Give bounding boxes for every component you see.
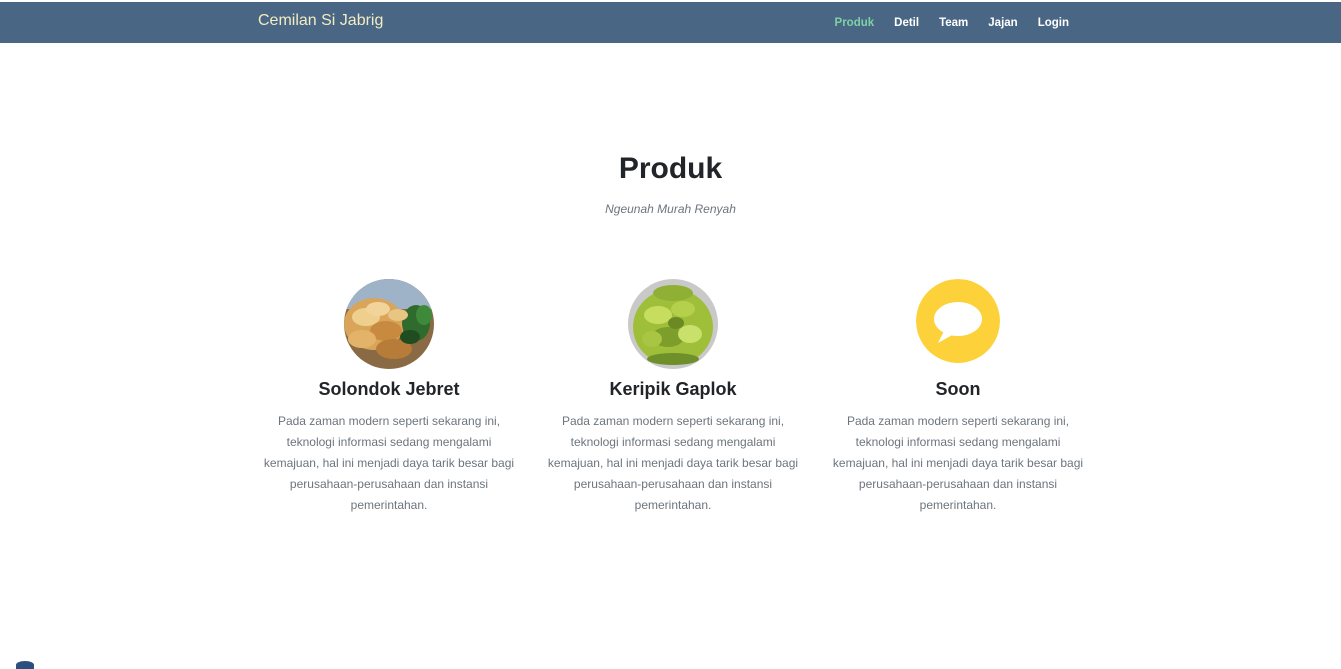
fried-crackers-photo (344, 279, 434, 369)
product-card-gaplok: Keripik Gaplok Pada zaman modern seperti… (545, 279, 801, 516)
scroll-top-indicator[interactable] (16, 661, 34, 669)
nav-item-produk[interactable]: Produk (825, 17, 885, 29)
product-name: Soon (935, 379, 981, 399)
nav-item-jajan[interactable]: Jajan (978, 17, 1027, 29)
green-chips-photo (628, 279, 718, 369)
product-name: Keripik Gaplok (609, 379, 737, 399)
nav-menu: Produk Detil Team Jajan Login (825, 2, 1079, 43)
product-card-solondok: Solondok Jebret Pada zaman modern sepert… (261, 279, 517, 516)
chat-bubble-icon (916, 279, 1000, 363)
brand-link[interactable]: Cemilan Si Jabrig (258, 12, 383, 30)
nav-item-team[interactable]: Team (929, 17, 978, 29)
product-description: Pada zaman modern seperti sekarang ini, … (832, 414, 1084, 512)
nav-item-login[interactable]: Login (1028, 17, 1079, 29)
product-description: Pada zaman modern seperti sekarang ini, … (547, 414, 799, 512)
nav-item-detil[interactable]: Detil (884, 17, 929, 29)
section-title: Produk (618, 152, 723, 185)
product-card-soon: Soon Pada zaman modern seperti sekarang … (830, 279, 1086, 516)
top-navbar: Cemilan Si Jabrig Produk Detil Team Jaja… (0, 2, 1341, 43)
section-subtitle: Ngeunah Murah Renyah (605, 202, 736, 216)
product-name: Solondok Jebret (318, 379, 460, 399)
product-description: Pada zaman modern seperti sekarang ini, … (263, 414, 515, 512)
